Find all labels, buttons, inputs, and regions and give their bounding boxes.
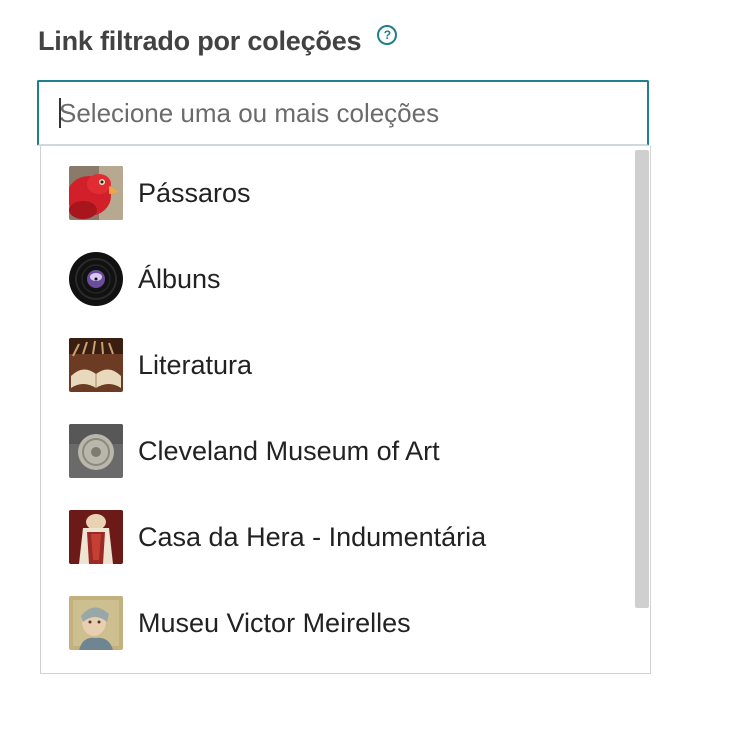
portrait-painting-thumbnail xyxy=(69,596,123,650)
garment-thumbnail xyxy=(69,510,123,564)
silver-coin-thumbnail xyxy=(69,424,123,478)
collections-search-input[interactable] xyxy=(57,94,629,132)
open-book-thumbnail xyxy=(69,338,123,392)
option-label: Cleveland Museum of Art xyxy=(138,435,440,466)
option-cleveland-museum-of-art[interactable]: Cleveland Museum of Art xyxy=(69,423,609,479)
option-label: Pássaros xyxy=(138,177,251,208)
collections-select[interactable] xyxy=(37,80,649,146)
option-albuns[interactable]: Álbuns xyxy=(69,251,609,307)
field-label-row: Link filtrado por coleções ? xyxy=(38,24,398,57)
option-museu-victor-meirelles[interactable]: Museu Victor Meirelles xyxy=(69,595,609,651)
option-casa-da-hera-indumentaria[interactable]: Casa da Hera - Indumentária xyxy=(69,509,609,565)
text-caret xyxy=(59,98,61,128)
option-literatura[interactable]: Literatura xyxy=(69,337,609,393)
red-parrot-thumbnail xyxy=(69,166,123,220)
collections-dropdown: Pássaros Álbuns Literatura Cleveland Mus… xyxy=(40,146,651,674)
dropdown-scrollbar[interactable] xyxy=(635,150,649,608)
option-label: Casa da Hera - Indumentária xyxy=(138,521,487,552)
field-label: Link filtrado por coleções xyxy=(38,26,362,56)
help-icon[interactable]: ? xyxy=(377,24,398,45)
option-passaros[interactable]: Pássaros xyxy=(69,165,609,221)
vinyl-record-thumbnail xyxy=(69,252,123,306)
option-label: Literatura xyxy=(138,349,253,380)
option-label: Museu Victor Meirelles xyxy=(138,607,411,638)
option-label: Álbuns xyxy=(138,263,221,294)
